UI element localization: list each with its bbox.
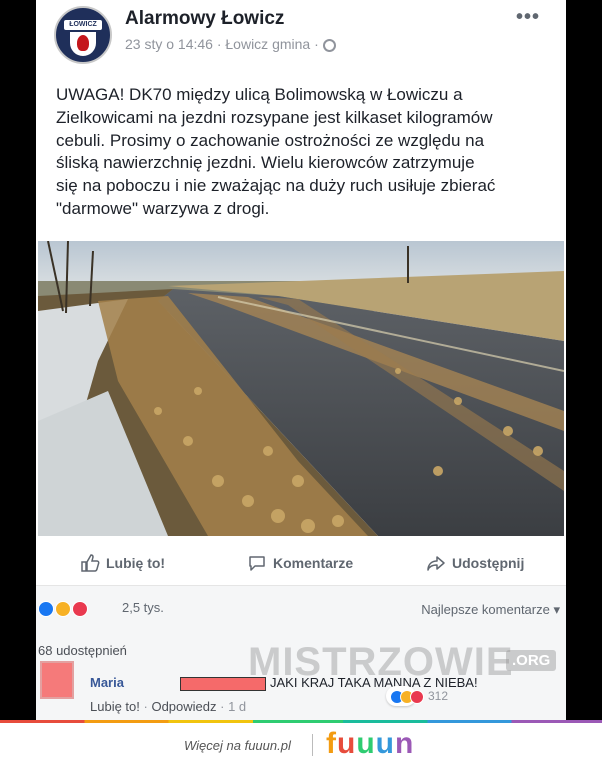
post-text-line: UWAGA! DK70 między ulicą Bolimowską w Ło…: [56, 85, 463, 104]
site-footer: Więcej na fuuun.pl fuuun: [0, 723, 602, 765]
comment-reactions[interactable]: 312: [386, 686, 448, 706]
haha-reaction-icon[interactable]: [55, 601, 71, 617]
comment-sort-dropdown[interactable]: Najlepsze komentarze ▾: [421, 602, 560, 618]
logo-letter: u: [356, 727, 376, 760]
share-button[interactable]: Udostępnij: [426, 553, 524, 573]
logo-letter: f: [326, 727, 337, 760]
page-name[interactable]: Alarmowy Łowicz: [125, 8, 284, 30]
post-header: ŁOWICZ Alarmowy Łowicz 23 sty o 14:46 · …: [36, 0, 566, 72]
comments-section: 68 udostępnień MISTRZOWIE .ORG Maria JAK…: [36, 630, 566, 720]
post-meta: 23 sty o 14:46 · Łowicz gmina ·: [125, 36, 336, 52]
comment-time[interactable]: 1 d: [228, 699, 246, 714]
right-frame: [566, 0, 602, 720]
page-avatar[interactable]: ŁOWICZ: [54, 6, 112, 64]
more-at-link[interactable]: Więcej na fuuun.pl: [184, 738, 291, 753]
reaction-count[interactable]: 2,5 tys.: [122, 600, 164, 615]
love-reaction-icon: [410, 690, 424, 704]
comment-reaction-count: 312: [428, 689, 449, 703]
post-actions: Lubię to! Komentarze Udostępnij: [36, 541, 566, 586]
like-reaction-icon[interactable]: [38, 601, 54, 617]
flame-icon: [77, 35, 89, 51]
comment-text: JAKI KRAJ TAKA MANNA Z NIEBA!: [270, 675, 478, 690]
post-photo[interactable]: [38, 241, 564, 536]
post-text-line: śliską nawierzchnię jezdni. Wielu kierow…: [56, 153, 475, 173]
commenter-avatar[interactable]: [40, 661, 74, 699]
love-reaction-icon[interactable]: [72, 601, 88, 617]
globe-icon: [322, 39, 336, 52]
fuuun-logo[interactable]: fuuun: [326, 727, 414, 761]
logo-letter: u: [375, 727, 395, 760]
comment-like-link[interactable]: Lubię to!: [90, 699, 140, 714]
comment-button[interactable]: Komentarze: [247, 553, 353, 573]
more-options-button[interactable]: •••: [516, 6, 540, 29]
left-frame: [0, 0, 36, 720]
logo-text: ŁOWICZ: [64, 20, 102, 30]
road-onions-photo: [38, 241, 564, 536]
redacted-name: [180, 677, 266, 691]
commenter-name[interactable]: Maria: [90, 675, 124, 690]
footer-separator: [312, 734, 313, 756]
comment-label: Komentarze: [273, 555, 354, 571]
share-label: Udostępnij: [452, 555, 525, 571]
like-button[interactable]: Lubię to!: [80, 553, 165, 573]
comment-icon: [249, 556, 265, 571]
like-label: Lubię to!: [106, 555, 166, 571]
share-count[interactable]: 68 udostępnień: [38, 643, 127, 658]
post-timestamp[interactable]: 23 sty o 14:46 · Łowicz gmina ·: [125, 36, 319, 52]
post-text-line: "darmowe" warzywa z drogi.: [56, 198, 270, 218]
logo-letter: u: [337, 727, 357, 760]
comment-footer: Lubię to! · Odpowiedz · 1 d: [90, 699, 247, 714]
post-text-line: Zielkowicami na jezdni rozsypane jest ki…: [56, 107, 493, 127]
reactions-bar: 2,5 tys. Najlepsze komentarze ▾: [36, 586, 566, 630]
share-arrow-icon: [427, 556, 445, 571]
post-text-line: się na poboczu i nie zważając na duży ru…: [56, 176, 496, 196]
watermark-org: .ORG: [506, 650, 557, 671]
comment-reply-link[interactable]: Odpowiedz: [151, 699, 216, 714]
thumbs-up-icon: [81, 554, 100, 572]
facebook-post: ŁOWICZ Alarmowy Łowicz 23 sty o 14:46 · …: [36, 0, 566, 720]
post-text-line: cebuli. Prosimy o zachowanie ostrożności…: [56, 130, 485, 150]
logo-letter: n: [394, 727, 415, 760]
post-text: UWAGA! DK70 między ulicą Bolimowską w Ło…: [56, 84, 556, 221]
